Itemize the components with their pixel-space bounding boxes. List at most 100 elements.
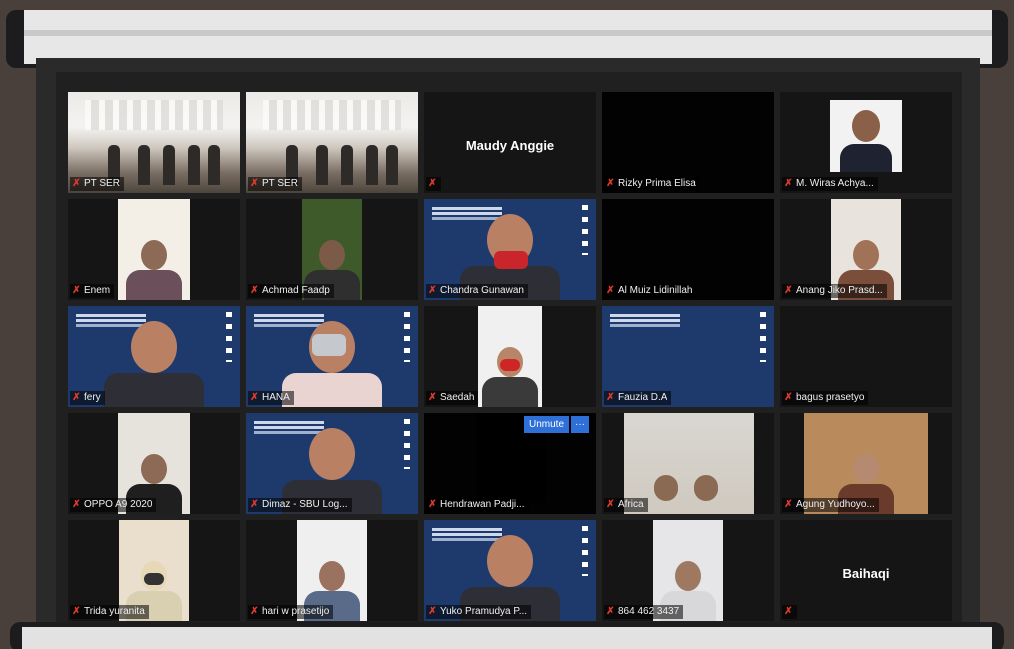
participant-tile[interactable]: ✗ Dimaz - SBU Log...: [246, 413, 418, 514]
participant-label: ✗ M. Wiras Achya...: [782, 177, 878, 191]
participant-label: ✗ HANA: [248, 391, 294, 405]
mic-muted-icon: ✗: [72, 499, 81, 510]
participant-name: Dimaz - SBU Log...: [262, 499, 348, 510]
participant-tile[interactable]: ✗ bagus prasetyo: [780, 306, 952, 407]
mic-muted-icon: ✗: [428, 499, 437, 510]
participant-label: ✗ Rizky Prima Elisa: [604, 177, 700, 191]
participant-name: Fauzia D.A: [618, 392, 668, 403]
mic-muted-icon: ✗: [428, 285, 437, 296]
more-options-button[interactable]: ···: [571, 416, 590, 433]
projected-zoom-window: ✗ PT SER ✗ PT SER Maudy Anggie ✗ ✗ Rizky Prima …: [36, 58, 980, 638]
participant-label: ✗ PT SER: [248, 177, 302, 191]
participant-name: Agung Yudhoyo...: [796, 499, 875, 510]
participant-display-name: Maudy Anggie: [465, 138, 555, 153]
participant-tile[interactable]: ✗ Agung Yudhoyo...: [780, 413, 952, 514]
participant-tile[interactable]: ✗ Al Muiz Lidinillah: [602, 199, 774, 300]
participant-tile[interactable]: ✗ Achmad Faadp: [246, 199, 418, 300]
mic-muted-icon: ✗: [72, 178, 81, 189]
participant-tile[interactable]: Baihaqi ✗: [780, 520, 952, 621]
mic-muted-icon: ✗: [606, 606, 615, 617]
participant-name: Africa: [618, 499, 644, 510]
participant-tile[interactable]: ✗ hari w prasetijo: [246, 520, 418, 621]
participant-label: ✗ Yuko Pramudya P...: [426, 605, 532, 619]
participant-name: hari w prasetijo: [262, 606, 330, 617]
participant-name: Al Muiz Lidinillah: [618, 285, 693, 296]
participant-name: M. Wiras Achya...: [796, 178, 874, 189]
mic-muted-icon: ✗: [428, 392, 437, 403]
participant-name: OPPO A9 2020: [84, 499, 153, 510]
participant-name: fery: [84, 392, 101, 403]
participant-tile[interactable]: ✗ Anang Jiko Prasd...: [780, 199, 952, 300]
participant-name: Enem: [84, 285, 111, 296]
mic-muted-icon: ✗: [72, 392, 81, 403]
participant-tile[interactable]: ✗ Enem: [68, 199, 240, 300]
mic-muted-icon: ✗: [428, 606, 437, 617]
projection-screen-top: [24, 10, 992, 64]
mic-muted-icon: ✗: [72, 606, 81, 617]
participant-tile[interactable]: ✗ Chandra Gunawan: [424, 199, 596, 300]
screen-stripe: [24, 30, 992, 36]
participant-grid: ✗ PT SER ✗ PT SER Maudy Anggie ✗ ✗ Rizky Prima …: [68, 92, 952, 621]
participant-name: 864 462 3437: [618, 606, 680, 617]
participant-label: ✗ Saedah: [426, 391, 479, 405]
participant-tile[interactable]: ✗ OPPO A9 2020: [68, 413, 240, 514]
participant-label: ✗: [782, 605, 797, 619]
mic-muted-icon: ✗: [784, 499, 793, 510]
participant-tile[interactable]: ✗ Rizky Prima Elisa: [602, 92, 774, 193]
participant-label: ✗ Anang Jiko Prasd...: [782, 284, 887, 298]
participant-label: ✗ Africa: [604, 498, 648, 512]
participant-name: Saedah: [440, 392, 475, 403]
mic-muted-icon: ✗: [784, 285, 793, 296]
gallery-view: ✗ PT SER ✗ PT SER Maudy Anggie ✗ ✗ Rizky Prima …: [56, 72, 962, 628]
mic-muted-icon: ✗: [72, 285, 81, 296]
participant-name: PT SER: [84, 178, 120, 189]
participant-tile[interactable]: ✗ PT SER: [68, 92, 240, 193]
participant-label: ✗ Hendrawan Padji...: [426, 498, 529, 512]
unmute-controls: Unmute ···: [524, 416, 590, 433]
mic-muted-icon: ✗: [784, 606, 793, 617]
participant-tile[interactable]: ✗ 864 462 3437: [602, 520, 774, 621]
participant-tile[interactable]: ✗ Saedah: [424, 306, 596, 407]
participant-label: ✗ Al Muiz Lidinillah: [604, 284, 697, 298]
participant-label: ✗ Trida yuranita: [70, 605, 149, 619]
mic-muted-icon: ✗: [606, 499, 615, 510]
participant-label: ✗ hari w prasetijo: [248, 605, 334, 619]
participant-name: Yuko Pramudya P...: [440, 606, 528, 617]
mic-muted-icon: ✗: [250, 285, 259, 296]
participant-video-person: [104, 321, 204, 407]
video-feed: [478, 306, 542, 407]
participant-label: ✗: [426, 177, 441, 191]
participant-tile[interactable]: ✗ Africa: [602, 413, 774, 514]
participant-name: Achmad Faadp: [262, 285, 330, 296]
participant-name: bagus prasetyo: [796, 392, 865, 403]
participant-name: HANA: [262, 392, 290, 403]
participant-label: ✗ Achmad Faadp: [248, 284, 334, 298]
participant-tile[interactable]: ✗ HANA: [246, 306, 418, 407]
participant-tile[interactable]: ✗ Hendrawan Padji... Unmute ···: [424, 413, 596, 514]
participant-label: ✗ fery: [70, 391, 105, 405]
projection-screen-bottom: [22, 627, 992, 649]
participant-name: Trida yuranita: [84, 606, 145, 617]
participant-tile[interactable]: ✗ PT SER: [246, 92, 418, 193]
participant-tile[interactable]: ✗ Yuko Pramudya P...: [424, 520, 596, 621]
participant-tile[interactable]: ✗ M. Wiras Achya...: [780, 92, 952, 193]
participant-name: PT SER: [262, 178, 298, 189]
participant-label: ✗ 864 462 3437: [604, 605, 684, 619]
mic-muted-icon: ✗: [606, 178, 615, 189]
participant-label: ✗ Enem: [70, 284, 115, 298]
mic-muted-icon: ✗: [250, 178, 259, 189]
participant-label: ✗ PT SER: [70, 177, 124, 191]
profile-photo: [830, 100, 902, 172]
participant-tile[interactable]: ✗ Fauzia D.A: [602, 306, 774, 407]
unmute-button[interactable]: Unmute: [524, 416, 570, 433]
participant-tile[interactable]: ✗ fery: [68, 306, 240, 407]
mic-muted-icon: ✗: [606, 285, 615, 296]
participant-name: Anang Jiko Prasd...: [796, 285, 883, 296]
participant-tile[interactable]: Maudy Anggie ✗: [424, 92, 596, 193]
participant-tile[interactable]: ✗ Trida yuranita: [68, 520, 240, 621]
participant-label: ✗ Agung Yudhoyo...: [782, 498, 879, 512]
participant-label: ✗ OPPO A9 2020: [70, 498, 157, 512]
mic-muted-icon: ✗: [606, 392, 615, 403]
participant-label: ✗ bagus prasetyo: [782, 391, 869, 405]
mic-muted-icon: ✗: [250, 392, 259, 403]
